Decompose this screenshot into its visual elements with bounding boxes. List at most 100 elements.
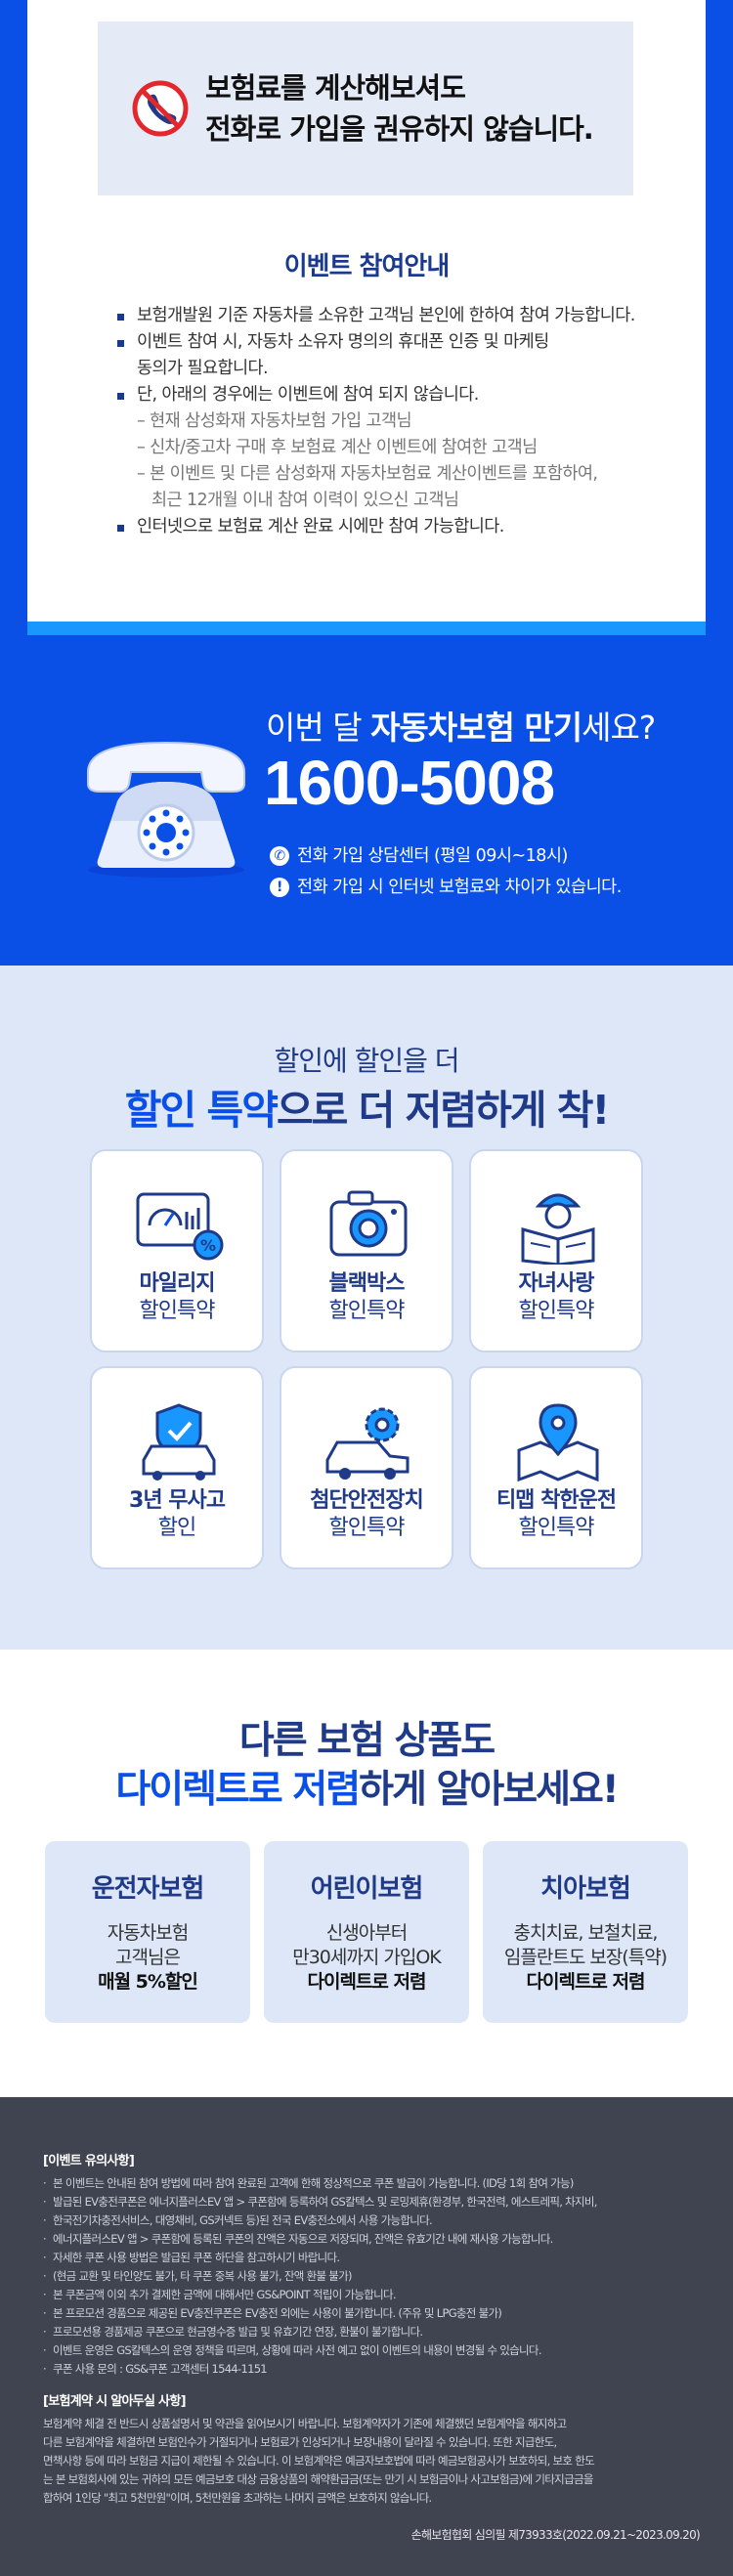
event-notice-block: [이벤트 유의사항] 본 이벤트는 안내된 참여 방법에 따라 참여 완료된 고… [43,2152,700,2379]
event-list-item: 보험개발원 기준 자동차를 소유한 고객님 본인에 한하여 참여 가능합니다. [117,303,676,329]
footer-line: 쿠폰 사용 문의 : GS&쿠폰 고객센터 1544-1151 [43,2360,700,2379]
discount-title-highlight: 할인 특약 [124,1087,279,1134]
event-list-item: 단, 아래의 경우에는 이벤트에 참여 되지 않습니다. [117,382,676,408]
product-desc-3: 매월 5%할인 [98,1971,198,1993]
product-desc-2: 만30세까지 가입OK [292,1947,442,1968]
discount-card-mileage[interactable]: % 마일리지 할인특약 [90,1149,264,1352]
discount-card-child[interactable]: 자녀사랑 할인특약 [469,1149,643,1352]
call-section: 이번 달 자동차보험 만기세요? 1600-5008 ✆ 전화 가입 상담센터 (… [0,645,733,966]
event-list-item: 인터넷으로 보험료 계산 완료 시에만 참여 가능합니다. [117,514,676,540]
footer-line: 이벤트 운영은 GS칼텍스의 운영 정책을 따르며, 상황에 따라 사전 예고 … [43,2341,700,2360]
product-desc-1: 신생아부터 [325,1922,408,1944]
car-shield-icon [142,1403,216,1481]
footer-line: 다른 보험계약을 체결하면 보험인수가 거절되거나 보험료가 인상되거나 보장내… [43,2435,557,2449]
map-pin-icon [517,1403,599,1481]
question-prefix: 이번 달 [266,708,371,747]
no-phone-icon [132,80,189,137]
footer-line: 합하여 1인당 "최고 5천만원"이며, 5천만원을 초과하는 나머지 금액은 … [43,2491,432,2505]
notice-line-2: 전화로 가입을 권유하지 않습니다. [205,112,594,146]
footer-line: 자세한 쿠폰 사용 방법은 발급된 쿠폰 하단을 참고하시기 바랍니다. [43,2249,700,2267]
page: 보험료를 계산해보셔도 전화로 가입을 권유하지 않습니다. 이벤트 참여안내 … [0,0,733,2576]
discount-card-tmap[interactable]: 티맵 착한운전 할인특약 [469,1366,643,1569]
discount-title: 할인 특약으로 더 저렴하게 착! [0,1077,733,1136]
footer-line: 한국전기차충전서비스, 대영채비, GS커넥트 등)된 전국 EV충전소에서 사… [43,2211,700,2230]
footer-line: 프로모션용 경품제공 쿠폰으로 현금영수증 발급 및 유효기간 연장, 환불이 … [43,2323,700,2341]
card-subtitle: 할인 [157,1516,196,1540]
call-price-note: 전화 가입 시 인터넷 보험료와 차이가 있습니다. [297,878,622,897]
footer-line: 본 쿠폰금액 이외 추가 결제한 금액에 대해서만 GS&POINT 적립이 가… [43,2286,700,2304]
question-suffix: 세요? [582,708,656,747]
products-title-rest: 하게 알아보세요! [359,1768,620,1812]
footer-line: 에너지플러스EV 앱 > 쿠폰함에 등록된 쿠폰의 잔액은 자동으로 저장되며,… [43,2230,700,2249]
approval-number: 손해보험협회 심의필 제73933호(2022.09.21~2023.09.20… [410,2528,701,2542]
event-section: 보험료를 계산해보셔도 전화로 가입을 권유하지 않습니다. 이벤트 참여안내 … [0,0,733,645]
footer-line: 본 프로모션 경품으로 제공된 EV충전쿠폰은 EV충전 외에는 사용이 불가합… [43,2304,700,2323]
contract-notice-heading: [보험계약 시 알아두실 사항] [43,2394,187,2409]
discount-card-blackbox[interactable]: 블랙박스 할인특약 [280,1149,453,1352]
footer-line: 본 이벤트는 안내된 참여 방법에 따라 참여 완료된 고객에 한해 정상적으로… [43,2174,700,2193]
discount-subtitle: 할인에 할인을 더 [274,1045,459,1077]
call-info: ✆ 전화 가입 상담센터 (평일 09시~18시) ! 전화 가입 시 인터넷 보험… [270,840,622,903]
card-title: 자녀사랑 [518,1271,595,1296]
footer-line: 보험계약 체결 전 반드시 상품설명서 및 약관을 읽어보시기 바랍니다. 보험… [43,2417,567,2430]
expiry-question: 이번 달 자동차보험 만기세요? [266,702,656,749]
products-title-highlight: 다이렉트로 저렴 [115,1768,361,1812]
event-title: 이벤트 참여안내 [283,252,451,281]
discount-card-safety-device[interactable]: 첨단안전장치 할인특약 [280,1366,453,1569]
footer-line: (현금 교환 및 타인양도 불가, 타 쿠폰 중복 사용 불가, 잔액 환불 불… [43,2267,700,2286]
divider-bar [27,622,706,635]
call-hours: 전화 가입 상담센터 (평일 09시~18시) [297,846,568,866]
product-desc-2: 임플란트도 보장(특약) [503,1947,668,1968]
exclamation-icon: ! [270,878,289,897]
child-reading-icon [521,1193,595,1265]
product-desc-3: 다이렉트로 저렴 [307,1971,427,1993]
event-card: 보험료를 계산해보셔도 전화로 가입을 권유하지 않습니다. 이벤트 참여안내 … [27,0,706,635]
question-highlight: 자동차보험 만기 [370,708,582,747]
event-list-item: – 현재 삼성화재 자동차보험 가입 고객님 [137,411,412,431]
product-card-driver[interactable]: 운전자보험 자동차보험고객님은매월 5%할인 [45,1841,250,2023]
event-list: 보험개발원 기준 자동차를 소유한 고객님 본인에 한하여 참여 가능합니다. 이… [117,303,676,540]
product-desc-2: 고객님은 [115,1947,181,1968]
product-desc-3: 다이렉트로 저렴 [526,1971,646,1993]
svg-text:%: % [200,1236,216,1255]
no-call-notice: 보험료를 계산해보셔도 전화로 가입을 권유하지 않습니다. [98,21,633,195]
products-title-2: 다이렉트로 저렴하게 알아보세요! [0,1759,733,1814]
event-list-item: 이벤트 참여 시, 자동차 소유자 명의의 휴대폰 인증 및 마케팅 [117,329,676,356]
notice-line-1: 보험료를 계산해보셔도 [205,71,466,105]
footer-line: 면책사항 등에 따라 보험금 지급이 제한될 수 있습니다. 이 보험계약은 예… [43,2454,595,2468]
phone-number[interactable]: 1600-5008 [264,747,555,819]
discount-title-rest: 으로 더 저렴하게 착! [276,1087,610,1134]
card-title: 티맵 착한운전 [496,1488,617,1513]
product-name: 운전자보험 [91,1874,205,1904]
card-title: 블랙박스 [328,1271,406,1296]
card-title: 첨단안전장치 [310,1488,423,1513]
products-section: 다른 보험 상품도 다이렉트로 저렴하게 알아보세요! 운전자보험 자동차보험 고… [0,1650,733,2097]
card-title: 마일리지 [139,1271,216,1296]
phone-icon: ✆ [270,846,289,866]
product-card-dental[interactable]: 치아보험 충치치료, 보철치료, 임플란트도 보장(특약) 다이렉트로 저렴 [483,1841,688,2023]
footer-line: 발급된 EV충전쿠폰은 에너지플러스EV 앱 > 쿠폰함에 등록하여 GS칼텍스… [43,2193,700,2211]
event-list-item: 최근 12개월 이내 참여 이력이 있으신 고객님 [151,491,459,510]
odometer-icon: % [136,1192,224,1261]
contract-notice-block: [보험계약 시 알아두실 사항] 보험계약 체결 전 반드시 상품설명서 및 약… [43,2392,700,2508]
card-title: 3년 무사고 [129,1488,226,1513]
product-desc-1: 충치치료, 보철치료, [513,1922,659,1944]
card-subtitle: 할인특약 [328,1516,406,1540]
footer-notices: [이벤트 유의사항] 본 이벤트는 안내된 참여 방법에 따라 참여 완료된 고… [0,2097,733,2576]
product-card-child[interactable]: 어린이보험 신생아부터만30세까지 가입OK 다이렉트로 저렴 [264,1841,469,2023]
discount-card-no-accident[interactable]: 3년 무사고 할인 [90,1366,264,1569]
product-name: 어린이보험 [310,1874,424,1904]
products-title-1: 다른 보험 상품도 [238,1719,496,1763]
telephone-icon [87,741,245,878]
event-list-item: – 신차/중고차 구매 후 보험료 계산 이벤트에 참여한 고객님 [137,438,538,457]
product-desc-1: 자동차보험 [107,1922,189,1944]
card-subtitle: 할인특약 [518,1299,595,1323]
car-gear-icon [325,1407,410,1480]
product-name: 치아보험 [540,1874,631,1904]
card-subtitle: 할인특약 [328,1299,406,1323]
event-list-item: 동의가 필요합니다. [137,359,269,378]
footer-line: 는 본 보험회사에 있는 귀하의 모든 예금보호 대상 금융상품의 해약환급금(… [43,2472,593,2486]
card-subtitle: 할인특약 [518,1516,595,1540]
discount-section: 할인에 할인을 더 할인 특약으로 더 저렴하게 착! % 마일리지 할인특약 … [0,966,733,1650]
camera-icon [329,1190,408,1257]
